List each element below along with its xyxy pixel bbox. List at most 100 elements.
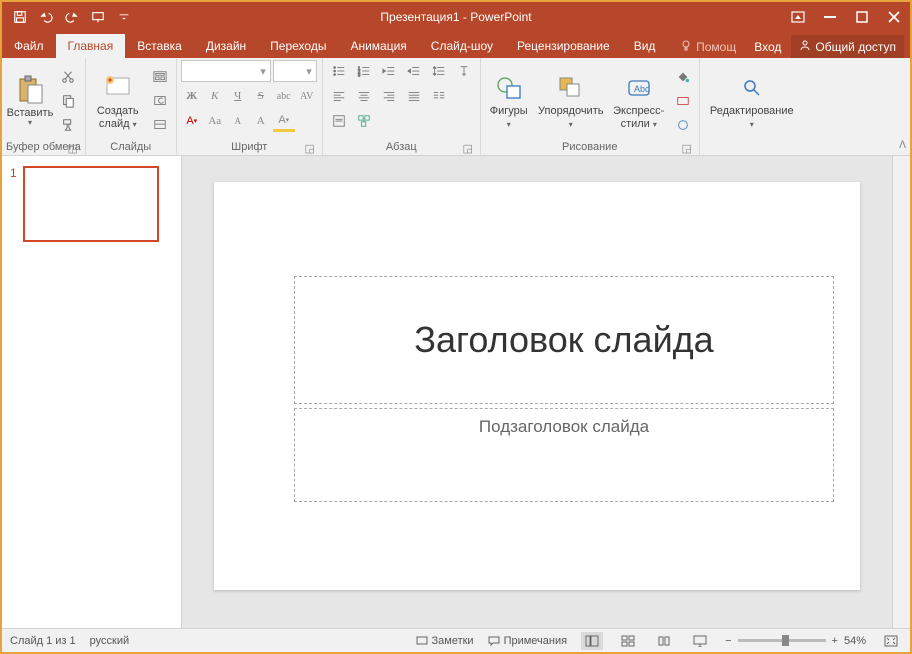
tab-transitions[interactable]: Переходы bbox=[258, 34, 338, 58]
section-icon[interactable] bbox=[148, 114, 172, 136]
language-indicator[interactable]: русский bbox=[90, 635, 129, 647]
arrange-button[interactable]: Упорядочить▾ bbox=[535, 65, 607, 137]
editing-button[interactable]: Редактирование▾ bbox=[704, 65, 800, 137]
tab-animations[interactable]: Анимация bbox=[338, 34, 418, 58]
cut-icon[interactable] bbox=[56, 66, 80, 88]
dialog-launcher-icon[interactable]: ◲ bbox=[304, 142, 316, 154]
maximize-icon[interactable] bbox=[846, 3, 878, 31]
notes-button[interactable]: Заметки bbox=[416, 635, 474, 647]
subtitle-placeholder[interactable]: Подзаголовок слайда bbox=[294, 408, 834, 502]
justify-icon[interactable] bbox=[402, 85, 426, 107]
new-slide-button[interactable]: Создатьслайд ▾ bbox=[90, 65, 146, 137]
align-center-icon[interactable] bbox=[352, 85, 376, 107]
align-text-icon[interactable] bbox=[327, 110, 351, 132]
reading-view-icon[interactable] bbox=[653, 632, 675, 650]
tab-review[interactable]: Рецензирование bbox=[505, 34, 622, 58]
slide-editor[interactable]: Заголовок слайда Подзаголовок слайда bbox=[182, 156, 892, 628]
bullets-icon[interactable] bbox=[327, 60, 351, 82]
smartart-icon[interactable] bbox=[352, 110, 376, 132]
zoom-slider[interactable] bbox=[738, 639, 826, 642]
collapse-ribbon-icon[interactable]: ᐱ bbox=[899, 140, 906, 151]
slide-sorter-view-icon[interactable] bbox=[617, 632, 639, 650]
tell-me[interactable]: Помощ bbox=[672, 35, 744, 58]
strikethrough-button[interactable]: S bbox=[250, 85, 272, 107]
undo-icon[interactable] bbox=[34, 5, 58, 29]
tab-file[interactable]: Файл bbox=[2, 34, 56, 58]
sign-in[interactable]: Вход bbox=[746, 36, 789, 58]
text-direction-icon[interactable] bbox=[452, 60, 476, 82]
tab-slideshow[interactable]: Слайд-шоу bbox=[419, 34, 505, 58]
columns-icon[interactable] bbox=[427, 85, 451, 107]
title-placeholder[interactable]: Заголовок слайда bbox=[294, 276, 834, 404]
arrange-label: Упорядочить bbox=[538, 105, 603, 117]
slide-thumbnail-pane[interactable]: 1 bbox=[2, 156, 182, 628]
group-slides-label: Слайды bbox=[90, 141, 172, 155]
group-paragraph-label: Абзац bbox=[386, 141, 417, 153]
vertical-scrollbar[interactable] bbox=[892, 156, 910, 628]
zoom-out-button[interactable]: − bbox=[725, 635, 731, 647]
group-font-label: Шрифт bbox=[231, 141, 267, 153]
tab-view[interactable]: Вид bbox=[622, 34, 668, 58]
new-slide-label-2: слайд bbox=[99, 118, 130, 130]
slideshow-view-icon[interactable] bbox=[689, 632, 711, 650]
share-button[interactable]: Общий доступ bbox=[791, 35, 904, 58]
increase-font-button[interactable]: A bbox=[250, 110, 272, 132]
paste-icon bbox=[16, 73, 44, 107]
comments-button[interactable]: Примечания bbox=[488, 635, 568, 647]
tab-home[interactable]: Главная bbox=[56, 34, 126, 58]
slide-counter: Слайд 1 из 1 bbox=[10, 635, 76, 647]
zoom-in-button[interactable]: + bbox=[832, 635, 838, 647]
reset-slide-icon[interactable] bbox=[148, 90, 172, 112]
slide-thumbnail[interactable] bbox=[23, 166, 159, 242]
quick-styles-button[interactable]: Abc Экспресс-стили ▾ bbox=[609, 65, 669, 137]
text-shadow-button[interactable]: abc bbox=[273, 85, 295, 107]
share-label: Общий доступ bbox=[815, 40, 896, 54]
underline-button[interactable]: Ч bbox=[227, 85, 249, 107]
dialog-launcher-icon[interactable]: ◲ bbox=[681, 142, 693, 154]
zoom-level[interactable]: 54% bbox=[844, 635, 866, 647]
italic-button[interactable]: К bbox=[204, 85, 226, 107]
format-painter-icon[interactable] bbox=[56, 114, 80, 136]
title-bar: Презентация1 - PowerPoint bbox=[2, 2, 910, 32]
zoom-control: − + 54% bbox=[725, 635, 866, 647]
shape-effects-icon[interactable] bbox=[671, 114, 695, 136]
slide-canvas[interactable]: Заголовок слайда Подзаголовок слайда bbox=[214, 182, 860, 590]
svg-text:3: 3 bbox=[358, 72, 361, 77]
change-case-button[interactable]: Aa bbox=[204, 110, 226, 132]
shape-fill-icon[interactable] bbox=[671, 66, 695, 88]
notes-label: Заметки bbox=[432, 635, 474, 647]
slide-layout-icon[interactable] bbox=[148, 66, 172, 88]
font-size-combo[interactable]: ▾ bbox=[273, 60, 317, 82]
group-slides: Создатьслайд ▾ Слайды bbox=[86, 58, 177, 155]
redo-icon[interactable] bbox=[60, 5, 84, 29]
char-spacing-button[interactable]: AV bbox=[296, 85, 318, 107]
shapes-button[interactable]: Фигуры▾ bbox=[485, 65, 533, 137]
ribbon-display-options-icon[interactable] bbox=[782, 3, 814, 31]
shape-outline-icon[interactable] bbox=[671, 90, 695, 112]
decrease-font-button[interactable]: A bbox=[227, 110, 249, 132]
font-family-combo[interactable]: ▾ bbox=[181, 60, 271, 82]
minimize-icon[interactable] bbox=[814, 3, 846, 31]
font-color-button[interactable]: A▾ bbox=[181, 110, 203, 132]
start-from-beginning-icon[interactable] bbox=[86, 5, 110, 29]
dialog-launcher-icon[interactable]: ◲ bbox=[462, 142, 474, 154]
numbering-icon[interactable]: 123 bbox=[352, 60, 376, 82]
tab-design[interactable]: Дизайн bbox=[194, 34, 258, 58]
qat-customize-icon[interactable] bbox=[112, 5, 136, 29]
bold-button[interactable]: Ж bbox=[181, 85, 203, 107]
copy-icon[interactable] bbox=[56, 90, 80, 112]
align-right-icon[interactable] bbox=[377, 85, 401, 107]
close-icon[interactable] bbox=[878, 3, 910, 31]
highlight-button[interactable]: A▾ bbox=[273, 110, 295, 132]
tab-insert[interactable]: Вставка bbox=[125, 34, 194, 58]
increase-indent-icon[interactable] bbox=[402, 60, 426, 82]
align-left-icon[interactable] bbox=[327, 85, 351, 107]
paste-button[interactable]: Вставить ▾ bbox=[6, 65, 54, 137]
normal-view-icon[interactable] bbox=[581, 632, 603, 650]
line-spacing-icon[interactable] bbox=[427, 60, 451, 82]
save-icon[interactable] bbox=[8, 5, 32, 29]
dialog-launcher-icon[interactable]: ◲ bbox=[67, 142, 79, 154]
fit-to-window-icon[interactable] bbox=[880, 632, 902, 650]
decrease-indent-icon[interactable] bbox=[377, 60, 401, 82]
shapes-icon bbox=[495, 71, 523, 105]
